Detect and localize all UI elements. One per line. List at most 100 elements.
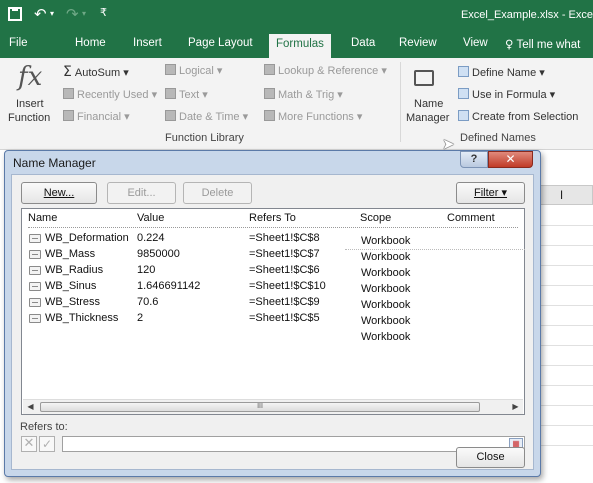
name-entry-icon: [29, 314, 41, 323]
list-item[interactable]: WB_Thickness 2 =Sheet1!$C$5: [22, 312, 524, 327]
value-cell: 1.646691142: [137, 280, 201, 292]
refers-to-cell: =Sheet1!$C$7: [249, 248, 320, 260]
tab-data[interactable]: Data: [351, 37, 375, 49]
function-library-label: Function Library: [165, 132, 244, 144]
name-cell: WB_Deformation: [45, 232, 129, 244]
use-in-formula-label: Use in Formula: [472, 89, 547, 101]
new-button[interactable]: New...: [21, 182, 97, 204]
text-icon: [165, 88, 176, 99]
define-name-label: Define Name: [472, 67, 537, 79]
tab-insert[interactable]: Insert: [133, 37, 162, 49]
column-header-comment[interactable]: Comment: [447, 212, 495, 224]
refers-to-cell: =Sheet1!$C$10: [249, 280, 326, 292]
name-manager-label-2[interactable]: Manager: [406, 112, 449, 124]
use-in-formula-icon: [458, 88, 469, 99]
customize-toolbar-icon[interactable]: ₹: [100, 6, 107, 19]
column-header-value[interactable]: Value: [137, 212, 164, 224]
tell-me-label: Tell me what: [516, 39, 581, 51]
insert-function-label-2[interactable]: Function: [8, 112, 50, 124]
save-icon[interactable]: [8, 7, 22, 21]
list-item[interactable]: WB_Mass 9850000 =Sheet1!$C$7: [22, 248, 524, 263]
tab-home[interactable]: Home: [75, 37, 106, 49]
list-item[interactable]: WB_Deformation 0.224 =Sheet1!$C$8: [22, 232, 524, 247]
name-cell: WB_Stress: [45, 296, 101, 308]
recently-used-icon: [63, 88, 74, 99]
logical-label: Logical: [179, 65, 214, 77]
value-cell: 2: [137, 312, 144, 324]
scroll-right-icon[interactable]: ▶: [508, 400, 523, 414]
scrollbar-thumb[interactable]: III: [40, 402, 480, 412]
dialog-title: Name Manager: [13, 156, 96, 170]
tab-review[interactable]: Review: [399, 37, 437, 49]
date-time-button[interactable]: Date & Time ▾: [165, 110, 248, 123]
close-button[interactable]: Close: [456, 447, 525, 468]
close-icon[interactable]: ✕: [488, 151, 533, 168]
ribbon-tabs: File Home Insert Page Layout Formulas Da…: [0, 30, 593, 58]
help-button[interactable]: ?: [460, 151, 488, 168]
ribbon: fx Insert Function Σ AutoSum ▾ Recently …: [0, 58, 593, 153]
undo-dropdown-icon[interactable]: ▾: [50, 9, 54, 18]
tab-page-layout[interactable]: Page Layout: [188, 37, 253, 49]
tab-file[interactable]: File: [9, 37, 28, 49]
window-title: Excel_Example.xlsx - Exce: [460, 9, 593, 21]
tell-me-box[interactable]: ♀ Tell me what: [505, 37, 580, 51]
fx-icon[interactable]: fx: [18, 62, 42, 92]
text-label: Text: [179, 89, 200, 101]
name-entry-icon: [29, 234, 41, 243]
chevron-down-icon: ▾: [123, 67, 129, 79]
column-header-name[interactable]: Name: [28, 212, 57, 224]
name-manager-icon[interactable]: [414, 70, 434, 86]
financial-button[interactable]: Financial ▾: [63, 110, 130, 123]
column-header-refers-to[interactable]: Refers To: [249, 212, 296, 224]
text-button[interactable]: Text ▾: [165, 88, 208, 101]
dialog-body: New... Edit... Delete Filter ▾ Name Valu…: [11, 174, 534, 470]
undo-icon[interactable]: ↶: [34, 5, 47, 23]
tab-view[interactable]: View: [463, 37, 488, 49]
lookup-reference-icon: [264, 64, 275, 75]
names-list[interactable]: Name Value Refers To Scope Comment WB_De…: [21, 208, 525, 415]
enter-icon: ✓: [39, 436, 55, 452]
name-manager-label-1[interactable]: Name: [414, 98, 443, 110]
refers-to-cell: =Sheet1!$C$5: [249, 312, 320, 324]
tab-formulas[interactable]: Formulas: [269, 34, 331, 58]
name-entry-icon: [29, 282, 41, 291]
list-item[interactable]: WB_Sinus 1.646691142 =Sheet1!$C$10: [22, 280, 524, 295]
value-cell: 70.6: [137, 296, 159, 308]
horizontal-scrollbar[interactable]: ◀ III ▶: [23, 399, 523, 414]
use-in-formula-button[interactable]: Use in Formula ▾: [458, 88, 555, 101]
scope-divider: [345, 249, 525, 250]
logical-button[interactable]: Logical ▾: [165, 64, 222, 77]
list-item[interactable]: WB_Stress 70.6 =Sheet1!$C$9: [22, 296, 524, 311]
create-from-selection-label: Create from Selection: [472, 111, 579, 123]
financial-label: Financial: [77, 111, 122, 123]
scope-cell: Workbook: [361, 235, 411, 247]
filter-button[interactable]: Filter ▾: [456, 182, 525, 204]
define-name-button[interactable]: Define Name ▾: [458, 66, 545, 79]
math-trig-icon: [264, 88, 275, 99]
column-header-scope[interactable]: Scope: [360, 212, 391, 224]
autosum-button[interactable]: Σ AutoSum ▾: [63, 64, 129, 80]
scope-cell: Workbook: [361, 331, 411, 343]
refers-to-cell: =Sheet1!$C$8: [249, 232, 320, 244]
delete-button[interactable]: Delete: [183, 182, 252, 204]
redo-dropdown-icon: ▾: [82, 9, 87, 18]
name-entry-icon: [29, 266, 41, 275]
lightbulb-icon: ♀: [505, 37, 514, 51]
scope-cell: Workbook: [361, 315, 411, 327]
name-entry-icon: [29, 250, 41, 259]
create-from-selection-button[interactable]: Create from Selection: [458, 110, 578, 123]
scope-cell: Workbook: [361, 283, 411, 295]
lookup-reference-button[interactable]: Lookup & Reference ▾: [264, 64, 387, 77]
list-item[interactable]: WB_Radius 120 =Sheet1!$C$6: [22, 264, 524, 279]
scroll-left-icon[interactable]: ◀: [23, 400, 38, 414]
recently-used-label: Recently Used: [77, 89, 149, 101]
lookup-reference-label: Lookup & Reference: [278, 65, 379, 77]
more-functions-button[interactable]: More Functions ▾: [264, 110, 362, 123]
edit-button[interactable]: Edit...: [107, 182, 176, 204]
defined-names-label: Defined Names: [460, 132, 536, 144]
math-trig-button[interactable]: Math & Trig ▾: [264, 88, 343, 101]
math-trig-label: Math & Trig: [278, 89, 335, 101]
recently-used-button[interactable]: Recently Used ▾: [63, 88, 157, 101]
autosum-icon: Σ: [63, 64, 72, 80]
insert-function-button[interactable]: Insert: [16, 98, 44, 110]
